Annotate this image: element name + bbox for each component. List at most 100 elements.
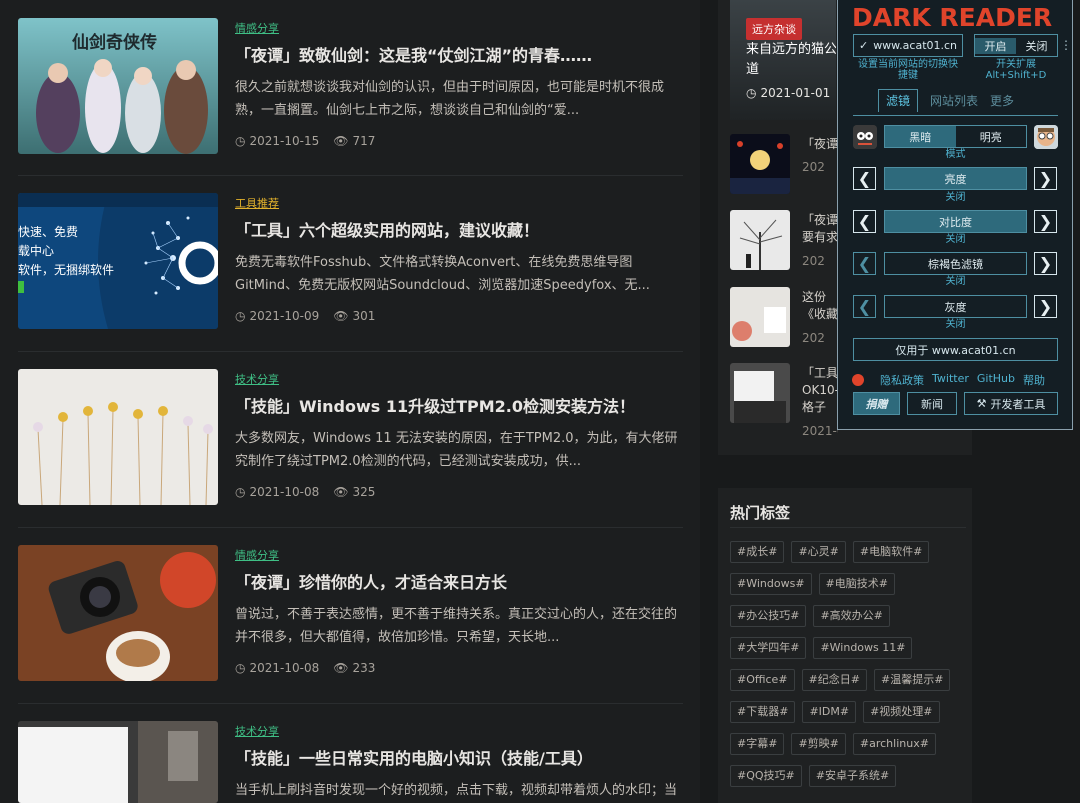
toggle-off[interactable]: 关闭: [1016, 38, 1057, 54]
more-options-icon[interactable]: ⋮: [1060, 38, 1072, 52]
post-thumbnail[interactable]: [18, 369, 218, 505]
tab-more[interactable]: 更多: [990, 92, 1014, 112]
post-card[interactable]: 仙剑奇侠传 情感分享 「夜谭」致敬仙剑：这是我“仗剑江湖”的青春…… 很久之前就…: [18, 18, 683, 154]
post-title[interactable]: 「技能」Windows 11升级过TPM2.0检测安装方法！: [235, 393, 635, 417]
contrast-slider[interactable]: 对比度: [884, 210, 1027, 233]
grayscale-increase-button[interactable]: ❯: [1034, 295, 1057, 318]
privacy-link[interactable]: 隐私政策: [880, 372, 924, 388]
post-category-link[interactable]: 技术分享: [235, 723, 279, 739]
post-title[interactable]: 「工具」六个超级实用的网站，建议收藏！: [235, 217, 539, 241]
contrast-value: 关闭: [945, 234, 966, 245]
tag-link[interactable]: #archlinux#: [852, 733, 936, 755]
tag-link[interactable]: #字幕#: [730, 733, 785, 755]
news-button[interactable]: 新闻: [907, 392, 957, 415]
tag-link[interactable]: #Windows#: [730, 573, 812, 595]
post-category-link[interactable]: 情感分享: [235, 20, 279, 36]
chevron-right-icon: ❯: [1038, 254, 1053, 273]
post-thumbnail[interactable]: [18, 545, 218, 681]
eye-icon: 👁: [333, 485, 349, 499]
post-title[interactable]: 「夜谭」致敬仙剑：这是我“仗剑江湖”的青春……: [235, 42, 592, 66]
side-thumbnail[interactable]: [730, 210, 790, 270]
mode-dark[interactable]: 黑暗: [885, 126, 956, 147]
sepia-increase-button[interactable]: ❯: [1034, 252, 1057, 275]
tag-link[interactable]: #电脑技术#: [818, 573, 895, 595]
side-post-title[interactable]: 「夜谭要有求: [802, 212, 838, 246]
brightness-decrease-button[interactable]: ❮: [853, 167, 876, 190]
mode-light[interactable]: 明亮: [956, 126, 1027, 147]
site-label: www.acat01.cn: [873, 39, 958, 52]
twitter-link[interactable]: Twitter: [932, 372, 969, 388]
tag-link[interactable]: #安卓子系统#: [808, 765, 897, 787]
sepia-slider[interactable]: 棕褐色滤镜: [884, 252, 1027, 275]
tag-link[interactable]: #温馨提示#: [873, 669, 951, 691]
tag-link[interactable]: #成长#: [730, 541, 785, 563]
brightness-slider[interactable]: 亮度: [884, 167, 1027, 190]
contrast-increase-button[interactable]: ❯: [1034, 210, 1057, 233]
grayscale-slider[interactable]: 灰度: [884, 295, 1027, 318]
post-card[interactable]: 技术分享 「技能」Windows 11升级过TPM2.0检测安装方法！ 大多数网…: [18, 369, 683, 505]
tag-link[interactable]: #视频处理#: [863, 701, 940, 723]
side-post-title[interactable]: 「工具OK10-格子: [802, 365, 838, 417]
side-thumbnail[interactable]: [730, 363, 790, 423]
post-category-link[interactable]: 工具推荐: [235, 195, 279, 211]
sepia-decrease-button[interactable]: ❮: [853, 252, 876, 275]
post-card[interactable]: 快速、免费 载中心 软件，无捆绑软件 工具推荐 「工具」六个超级实用的网站，建议…: [18, 193, 683, 329]
tab-site-list[interactable]: 网站列表: [930, 92, 978, 112]
tag-link[interactable]: #Office#: [730, 669, 795, 691]
theme-mode-toggle[interactable]: 黑暗 明亮: [884, 125, 1027, 148]
post-meta: ◷ 2021-10-08 👁 233: [235, 661, 375, 675]
tag-link[interactable]: #下载器#: [730, 701, 796, 723]
side-thumbnail[interactable]: [730, 134, 790, 194]
contrast-decrease-button[interactable]: ❮: [853, 210, 876, 233]
post-thumbnail[interactable]: [18, 721, 218, 803]
dark-mode-face-icon[interactable]: [853, 125, 877, 149]
clock-icon: ◷: [235, 309, 246, 323]
extension-shortcut[interactable]: Alt+Shift+D: [974, 70, 1058, 81]
tag-link[interactable]: #电脑软件#: [852, 541, 930, 563]
dark-reader-tabs: 滤镜 网站列表 更多: [878, 89, 1014, 112]
devtools-button[interactable]: ⚒ 开发者工具: [964, 392, 1058, 415]
devtools-label: 开发者工具: [990, 397, 1046, 411]
brightness-increase-button[interactable]: ❯: [1034, 167, 1057, 190]
extension-shortcut-hint: 开关扩展: [996, 59, 1036, 70]
light-mode-face-icon[interactable]: [1034, 125, 1058, 149]
featured-post[interactable]: 远方杂谈 来自远方的猫公道 ◷ 2021-01-01: [730, 0, 836, 120]
post-card[interactable]: 技术分享 「技能」一些日常实用的电脑小知识（技能/工具） 当手机上刷抖音时发现一…: [18, 721, 683, 803]
tag-link[interactable]: #办公技巧#: [730, 605, 807, 627]
eye-icon: 👁: [333, 309, 349, 323]
post-thumbnail[interactable]: 快速、免费 载中心 软件，无捆绑软件: [18, 193, 218, 329]
post-title[interactable]: 「夜谭」珍惜你的人，才适合来日方长: [235, 569, 507, 593]
grayscale-decrease-button[interactable]: ❮: [853, 295, 876, 318]
site-toggle-button[interactable]: ✓ www.acat01.cn: [853, 34, 963, 57]
donate-button[interactable]: 捐赠: [853, 392, 900, 415]
tag-link[interactable]: #Windows 11#: [813, 637, 913, 659]
side-post-title[interactable]: 「夜谭: [802, 136, 838, 153]
featured-title[interactable]: 来自远方的猫公道: [746, 40, 836, 80]
side-post-title[interactable]: 这份《收藏~: [802, 289, 838, 323]
tag-link[interactable]: #IDM#: [802, 701, 857, 723]
post-excerpt: 大多数网友，Windows 11 无法安装的原因，在于TPM2.0，为此，有大佬…: [235, 431, 678, 469]
toggle-on[interactable]: 开启: [975, 37, 1016, 54]
extension-toggle[interactable]: 开启 关闭: [974, 34, 1058, 57]
side-thumbnail[interactable]: [730, 287, 790, 347]
tag-link[interactable]: #剪映#: [791, 733, 846, 755]
tag-link[interactable]: #高效办公#: [813, 605, 890, 627]
post-category-link[interactable]: 情感分享: [235, 547, 279, 563]
dark-reader-popup: DARK READER ✓ www.acat01.cn 开启 关闭 ⋮ 设置当前…: [837, 0, 1073, 430]
only-for-site-button[interactable]: 仅用于 www.acat01.cn: [853, 338, 1058, 361]
site-shortcut-hint[interactable]: 设置当前网站的切换快捷键: [856, 59, 960, 81]
tag-link[interactable]: #纪念日#: [801, 669, 867, 691]
post-card[interactable]: 情感分享 「夜谭」珍惜你的人，才适合来日方长 曾说过，不善于表达感情，更不善于维…: [18, 545, 683, 681]
tag-link[interactable]: #大学四年#: [730, 637, 807, 659]
tag-link[interactable]: #QQ技巧#: [730, 765, 802, 787]
featured-badge[interactable]: 远方杂谈: [746, 18, 802, 40]
post-thumbnail[interactable]: 仙剑奇侠传: [18, 18, 218, 154]
post-title[interactable]: 「技能」一些日常实用的电脑小知识（技能/工具）: [235, 745, 593, 769]
help-link[interactable]: 帮助: [1023, 372, 1045, 388]
tag-link[interactable]: #心灵#: [791, 541, 846, 563]
tab-filter[interactable]: 滤镜: [878, 89, 919, 112]
tab-underline: [853, 115, 1058, 116]
post-date: 2021-10-08: [249, 661, 320, 675]
post-category-link[interactable]: 技术分享: [235, 371, 279, 387]
github-link[interactable]: GitHub: [977, 372, 1015, 388]
